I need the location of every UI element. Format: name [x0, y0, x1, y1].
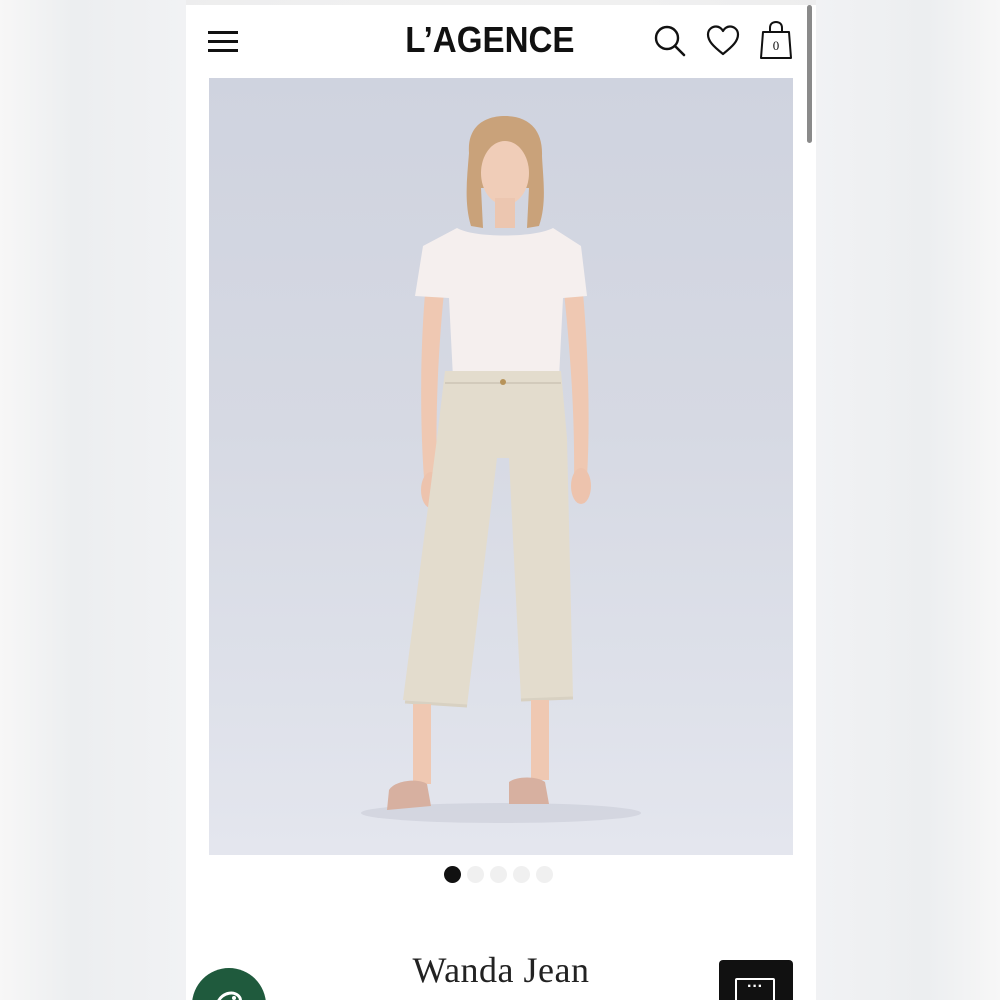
brand-logo[interactable]: L’AGENCE [405, 19, 574, 61]
product-image[interactable] [209, 78, 793, 855]
chat-badge-icon[interactable] [192, 968, 266, 1000]
gallery-dot[interactable] [444, 866, 461, 883]
model-photo [361, 116, 641, 823]
heart-icon[interactable] [705, 21, 741, 61]
backdrop-right [816, 0, 1000, 1000]
gallery-dot[interactable] [467, 866, 484, 883]
shopping-bag-icon[interactable]: 0 [758, 19, 794, 59]
backdrop-left [0, 0, 186, 1000]
gallery-dot[interactable] [513, 866, 530, 883]
cart-count-badge: 0 [772, 38, 780, 53]
scrollbar[interactable] [807, 5, 812, 143]
gallery-dot[interactable] [536, 866, 553, 883]
product-name: Wanda Jean [412, 950, 590, 990]
search-icon[interactable] [652, 21, 688, 61]
gallery-dot[interactable] [490, 866, 507, 883]
site-header: L’AGENCE 0 [186, 5, 816, 77]
mobile-page: L’AGENCE 0 Wanda Jean ··· [186, 5, 816, 1000]
menu-icon[interactable] [208, 31, 240, 53]
more-options-label: ··· [735, 978, 775, 1000]
more-options-button[interactable]: ··· [719, 960, 793, 1000]
